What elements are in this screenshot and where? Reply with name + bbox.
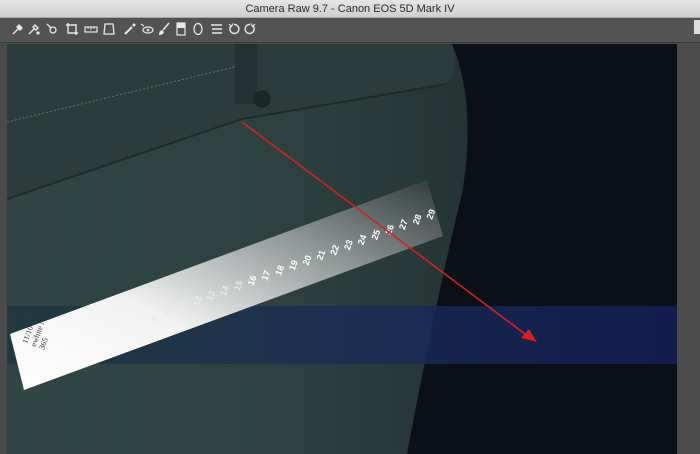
transform-tool-icon[interactable] [101,21,117,37]
straighten-tool-icon[interactable] [83,21,99,37]
toolbar [0,18,700,43]
red-eye-removal-tool-icon[interactable] [139,21,155,37]
white-balance-tool-icon[interactable] [10,21,26,37]
graduated-filter-icon[interactable] [173,21,189,37]
preferences-icon[interactable] [209,21,225,37]
targeted-adjustment-tool-icon[interactable] [44,21,60,37]
color-sampler-tool-icon[interactable] [26,21,42,37]
window-title-bar: Camera Raw 9.7 - Canon EOS 5D Mark IV [0,0,700,18]
panel-edge [694,20,700,34]
rotate-clockwise-icon[interactable] [242,21,258,37]
photo-canvas: 910 11 12 13 14 15 16 17 18 19 20 21 22 23 24 25 26 27 28 2… [7,44,677,454]
adjustment-brush-icon[interactable] [156,21,172,37]
image-preview[interactable]: 9 10 11 12 13 14 15 16 17 18 19 20 21 22 23 24 25 26 27 28 2… [7,44,677,454]
crop-tool-icon[interactable] [64,21,80,37]
side-panel [677,44,700,454]
radial-filter-icon[interactable] [190,21,206,37]
window-title: Camera Raw 9.7 - Canon EOS 5D Mark IV [245,2,455,15]
rotate-counterclockwise-icon[interactable] [226,21,242,37]
spot-removal-tool-icon[interactable] [122,21,138,37]
